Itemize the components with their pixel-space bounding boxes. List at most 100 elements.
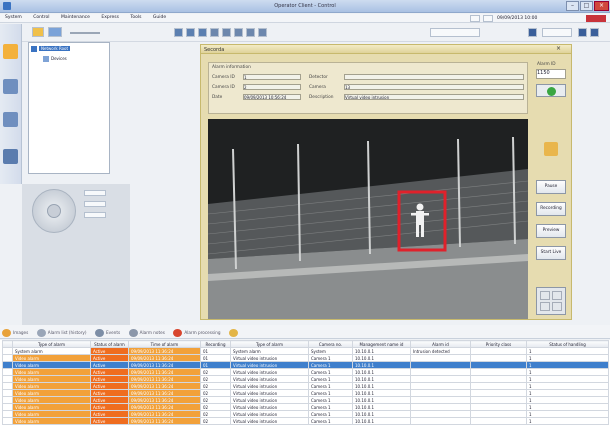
notes-icon[interactable] [544,142,558,156]
col-header[interactable]: Time of alarm [128,340,201,348]
col-header[interactable]: Status of alarm [90,340,129,348]
table-cell: 01 [200,347,231,355]
snapshot-icon[interactable] [246,28,255,37]
table-cell [2,361,13,369]
table-cell: 01 [200,361,231,369]
tab-alarm-processing[interactable]: Alarm processing [171,325,225,337]
menu-control[interactable]: Control [28,14,54,21]
table-row[interactable]: System alarm Active 09/09/2013 11:36:24 01 S… [2,347,609,355]
table-cell [410,410,471,418]
table-cell: 10.10.0.1 [352,382,411,390]
table-cell: 09/09/2013 11:36:24 [128,389,201,397]
table-row[interactable]: Video alarm Active 09/09/2013 11:36:24 01 Vi… [2,354,609,362]
settings-icon[interactable] [590,28,599,37]
table-row[interactable]: Video alarm Active 09/09/2013 11:36:24 02 Vi… [2,382,609,390]
col-header[interactable]: Type of alarm [230,340,309,348]
minimize-button[interactable]: – [566,1,579,11]
table-row[interactable]: Video alarm Active 09/09/2013 11:36:24 02 Vi… [2,389,609,397]
table-cell: Camera 1 [308,375,353,383]
col-header[interactable]: Status of handling [526,340,609,348]
table-row[interactable]: Video alarm Active 09/09/2013 11:36:24 02 Vi… [2,410,609,418]
table-cell [470,361,527,369]
table-row[interactable]: Video alarm Active 09/09/2013 11:36:24 01 Vi… [2,361,609,369]
alarm-window-titlebar: Secorda × [201,45,571,54]
close-button[interactable]: × [594,1,609,11]
tab-alarm-history[interactable]: Alarm list (history) [35,325,92,337]
status-box-2 [483,15,493,22]
col-header[interactable]: Alarm id [410,340,471,348]
alarm-window-close-icon[interactable]: × [556,45,561,52]
iris-button[interactable] [84,212,106,218]
table-cell: 1 [526,417,609,425]
tab-events[interactable]: Events [93,325,125,337]
tab-extra[interactable] [227,325,245,337]
history-icon [36,329,46,337]
timeline-control[interactable] [430,28,480,37]
camera-icon[interactable] [210,28,219,37]
grid-view-icon[interactable] [528,28,537,37]
menu-express[interactable]: Express [96,14,124,21]
tab-alarm-notes[interactable]: Alarm notes [127,325,170,337]
ptz-panel [22,184,130,329]
map-tool-icon[interactable] [3,79,18,94]
table-cell: Virtual video intrusion [230,368,309,376]
col-header[interactable]: Type of alarm [12,340,91,348]
confirm-button[interactable] [536,84,566,97]
folder-icon[interactable] [32,27,44,37]
ptz-tool-icon[interactable] [3,112,18,127]
table-cell [470,396,527,404]
table-row[interactable]: Video alarm Active 09/09/2013 11:36:24 02 Vi… [2,403,609,411]
table-cell: Active [90,417,129,425]
tree-item-devices[interactable]: Devices [51,56,67,61]
table-cell [2,396,13,404]
maximize-button[interactable]: □ [580,1,593,11]
col-header[interactable]: Management name id [352,340,411,348]
window-title: Operator Client - Control [274,3,336,9]
layout-grid-button[interactable] [536,287,566,315]
fullscreen-icon[interactable] [578,28,587,37]
table-row[interactable]: Video alarm Active 09/09/2013 11:36:24 02 Vi… [2,396,609,404]
record-icon[interactable] [222,28,231,37]
zoom-button[interactable] [84,190,106,196]
table-cell: 1 [526,389,609,397]
menu-system[interactable]: System [0,14,27,21]
preview-button[interactable]: Preview [536,224,566,238]
tree-tool-icon[interactable] [3,44,18,59]
pause-button[interactable]: Pause [536,180,566,194]
print-icon[interactable] [258,28,267,37]
split-icon[interactable] [198,28,207,37]
recording-button[interactable]: Recording [536,202,566,216]
monitor-icon[interactable] [48,27,62,37]
video-feed[interactable] [208,119,528,319]
layout-icon[interactable] [174,28,183,37]
monitor-tool-icon[interactable] [3,149,18,164]
col-header[interactable]: Priority class [470,340,527,348]
table-cell [470,347,527,355]
zoom-slider[interactable] [70,32,100,34]
bottom-tabs: Images Alarm list (history) Events Alarm… [0,325,610,339]
page-selector[interactable] [542,28,572,37]
focus-button[interactable] [84,201,106,207]
col-header[interactable] [2,340,13,348]
grid-icon[interactable] [186,28,195,37]
table-cell: 10.10.0.1 [352,417,411,425]
menu-guide[interactable]: Guide [148,14,171,21]
date-field: 09/09/2013 10:56:24 [243,94,301,100]
table-row[interactable]: Video alarm Active 09/09/2013 11:36:24 02 Vi… [2,368,609,376]
table-cell [470,403,527,411]
col-header[interactable]: Recording [200,340,231,348]
table-cell: System [308,347,353,355]
menu-tools[interactable]: Tools [125,14,146,21]
table-row[interactable]: Video alarm Active 09/09/2013 11:36:24 02 Vi… [2,417,609,425]
table-cell: Active [90,368,129,376]
table-cell: System alarm [12,347,91,355]
col-header[interactable]: Camera no. [308,340,353,348]
table-cell: Virtual video intrusion [230,403,309,411]
ptz-knob[interactable] [47,204,61,218]
playback-icon[interactable] [234,28,243,37]
tab-images[interactable]: Images [0,325,33,337]
menu-maintenance[interactable]: Maintenance [56,14,95,21]
tree-item-root[interactable]: Network Root [39,46,71,51]
table-row[interactable]: Video alarm Active 09/09/2013 11:36:24 02 Vi… [2,375,609,383]
start-live-button[interactable]: Start Live [536,246,566,260]
